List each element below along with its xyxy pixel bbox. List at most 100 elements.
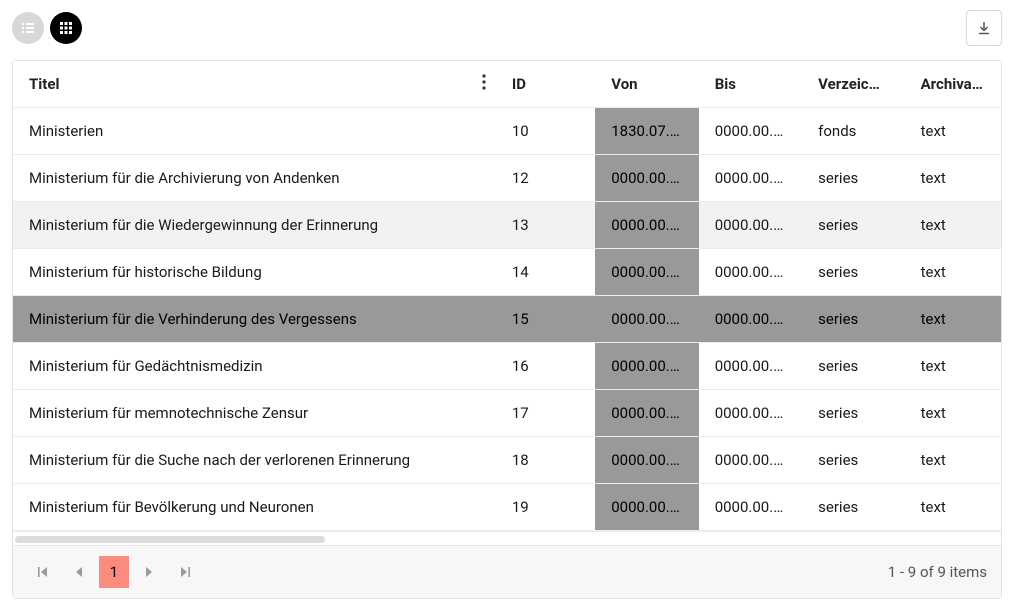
table-row[interactable]: Ministerium für die Archivierung von And… bbox=[13, 155, 1001, 202]
cell-arch: text bbox=[905, 484, 1001, 531]
column-menu-button[interactable] bbox=[482, 74, 486, 94]
cell-title: Ministerium für die Archivierung von And… bbox=[13, 155, 496, 202]
first-page-icon bbox=[37, 566, 49, 578]
cell-title: Ministerium für Bevölkerung und Neuronen bbox=[13, 484, 496, 531]
table-row[interactable]: Ministerium für die Verhinderung des Ver… bbox=[13, 296, 1001, 343]
table-row[interactable]: Ministerium für die Suche nach der verlo… bbox=[13, 437, 1001, 484]
cell-bis: 0000.00.00 bbox=[699, 155, 802, 202]
cell-von: 0000.00.00 bbox=[595, 484, 698, 531]
cell-arch: text bbox=[905, 390, 1001, 437]
cell-title: Ministerium für die Verhinderung des Ver… bbox=[13, 296, 496, 343]
cell-title: Ministerium für die Wiedergewinnung der … bbox=[13, 202, 496, 249]
data-table: Titel ID Von Bis Verzeic… Archival… Mini… bbox=[12, 60, 1002, 599]
column-header-title[interactable]: Titel bbox=[13, 61, 496, 108]
cell-arch: text bbox=[905, 437, 1001, 484]
list-view-button[interactable] bbox=[12, 12, 44, 44]
download-icon bbox=[976, 20, 992, 36]
cell-verz: series bbox=[802, 484, 904, 531]
cell-bis: 0000.00.00 bbox=[699, 202, 802, 249]
pager-last-button[interactable] bbox=[169, 556, 201, 588]
table-row[interactable]: Ministerium für historische Bildung14000… bbox=[13, 249, 1001, 296]
cell-id: 13 bbox=[496, 202, 595, 249]
toolbar bbox=[12, 10, 1002, 60]
cell-von: 0000.00.00 bbox=[595, 296, 698, 343]
download-button[interactable] bbox=[966, 10, 1002, 46]
column-header-arch[interactable]: Archival… bbox=[905, 61, 1001, 108]
column-header-label: Bis bbox=[715, 75, 736, 93]
cell-title: Ministerium für Gedächtnismedizin bbox=[13, 343, 496, 390]
cell-id: 17 bbox=[496, 390, 595, 437]
cell-bis: 0000.00.00 bbox=[699, 296, 802, 343]
pager-first-button[interactable] bbox=[27, 556, 59, 588]
cell-id: 15 bbox=[496, 296, 595, 343]
cell-bis: 0000.00.00 bbox=[699, 437, 802, 484]
cell-arch: text bbox=[905, 249, 1001, 296]
horizontal-scrollbar[interactable] bbox=[13, 531, 1001, 545]
cell-von: 0000.00.00 bbox=[595, 202, 698, 249]
pager: 1 1 - 9 of 9 items bbox=[13, 545, 1001, 598]
cell-id: 16 bbox=[496, 343, 595, 390]
table-row[interactable]: Ministerien101830.07.180000.00.00fondste… bbox=[13, 108, 1001, 155]
grid-view-button[interactable] bbox=[50, 12, 82, 44]
grid-icon bbox=[58, 20, 74, 36]
cell-arch: text bbox=[905, 202, 1001, 249]
cell-verz: fonds bbox=[802, 108, 904, 155]
cell-arch: text bbox=[905, 343, 1001, 390]
cell-title: Ministerium für historische Bildung bbox=[13, 249, 496, 296]
table-row[interactable]: Ministerium für memnotechnische Zensur17… bbox=[13, 390, 1001, 437]
table-row[interactable]: Ministerium für Gedächtnismedizin160000.… bbox=[13, 343, 1001, 390]
cell-arch: text bbox=[905, 108, 1001, 155]
table-row[interactable]: Ministerium für Bevölkerung und Neuronen… bbox=[13, 484, 1001, 531]
view-toggle bbox=[12, 12, 82, 44]
pager-current-page[interactable]: 1 bbox=[99, 556, 129, 588]
cell-verz: series bbox=[802, 296, 904, 343]
cell-id: 18 bbox=[496, 437, 595, 484]
chevron-left-icon bbox=[74, 566, 84, 578]
column-header-von[interactable]: Von bbox=[595, 61, 698, 108]
cell-von: 0000.00.00 bbox=[595, 390, 698, 437]
pager-info: 1 - 9 of 9 items bbox=[888, 563, 987, 581]
column-header-bis[interactable]: Bis bbox=[699, 61, 802, 108]
cell-id: 14 bbox=[496, 249, 595, 296]
column-header-label: Titel bbox=[29, 75, 59, 93]
pager-prev-button[interactable] bbox=[63, 556, 95, 588]
cell-bis: 0000.00.00 bbox=[699, 249, 802, 296]
scrollbar-thumb[interactable] bbox=[15, 536, 325, 543]
cell-verz: series bbox=[802, 155, 904, 202]
cell-verz: series bbox=[802, 249, 904, 296]
cell-von: 0000.00.00 bbox=[595, 249, 698, 296]
cell-bis: 0000.00.00 bbox=[699, 343, 802, 390]
cell-von: 1830.07.18 bbox=[595, 108, 698, 155]
cell-von: 0000.00.00 bbox=[595, 155, 698, 202]
cell-verz: series bbox=[802, 343, 904, 390]
cell-title: Ministerium für die Suche nach der verlo… bbox=[13, 437, 496, 484]
cell-bis: 0000.00.00 bbox=[699, 390, 802, 437]
cell-id: 12 bbox=[496, 155, 595, 202]
column-header-label: ID bbox=[512, 75, 526, 93]
cell-arch: text bbox=[905, 155, 1001, 202]
cell-verz: series bbox=[802, 390, 904, 437]
column-header-label: Archival… bbox=[921, 75, 987, 93]
column-header-label: Verzeic… bbox=[818, 75, 880, 93]
cell-von: 0000.00.00 bbox=[595, 437, 698, 484]
table-row[interactable]: Ministerium für die Wiedergewinnung der … bbox=[13, 202, 1001, 249]
column-header-verz[interactable]: Verzeic… bbox=[802, 61, 904, 108]
last-page-icon bbox=[179, 566, 191, 578]
table-header-row: Titel ID Von Bis Verzeic… Archival… bbox=[13, 61, 1001, 108]
cell-bis: 0000.00.00 bbox=[699, 108, 802, 155]
cell-verz: series bbox=[802, 202, 904, 249]
cell-bis: 0000.00.00 bbox=[699, 484, 802, 531]
cell-id: 10 bbox=[496, 108, 595, 155]
cell-verz: series bbox=[802, 437, 904, 484]
column-header-id[interactable]: ID bbox=[496, 61, 595, 108]
chevron-right-icon bbox=[144, 566, 154, 578]
cell-von: 0000.00.00 bbox=[595, 343, 698, 390]
column-header-label: Von bbox=[611, 75, 637, 93]
cell-arch: text bbox=[905, 296, 1001, 343]
more-vertical-icon bbox=[482, 74, 486, 90]
cell-id: 19 bbox=[496, 484, 595, 531]
list-icon bbox=[20, 20, 36, 36]
cell-title: Ministerium für memnotechnische Zensur bbox=[13, 390, 496, 437]
pager-next-button[interactable] bbox=[133, 556, 165, 588]
cell-title: Ministerien bbox=[13, 108, 496, 155]
